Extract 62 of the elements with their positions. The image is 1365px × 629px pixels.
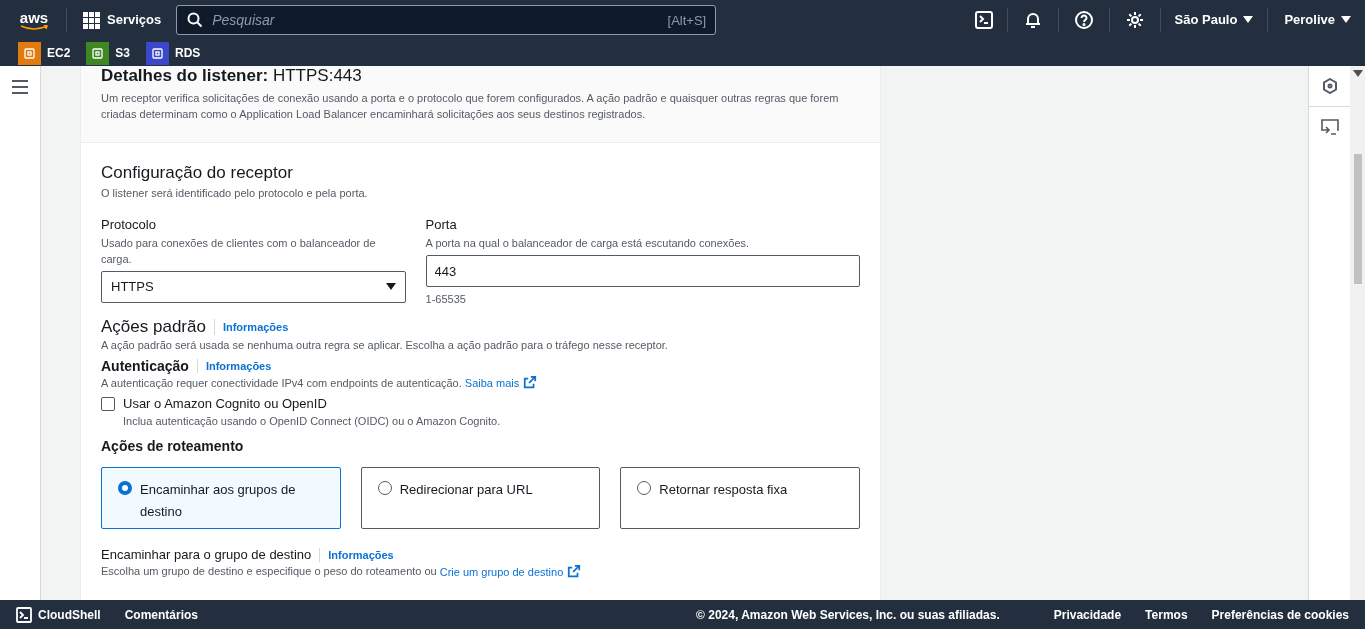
- panel-description: Um receptor verifica solicitações de conexão usando a porta e o protocolo que forem configurados. A ação padrão e quaisquer outras regras que forem criadas determinam como o Application Load Balancer encaminhará solicitações aos seus destinos registrados.: [101, 91, 840, 122]
- port-input[interactable]: 443: [425, 255, 860, 287]
- footer-link[interactable]: Termos: [1145, 605, 1188, 624]
- option-label: Redirecionar para URL: [399, 481, 533, 499]
- option-label: Retornar resposta fixa: [659, 481, 788, 499]
- forward-description: Escolha um grupo de destino e especifique o peso do roteamento ou: [101, 564, 437, 578]
- search-icon: [187, 12, 204, 28]
- caret-icon: [1352, 70, 1363, 78]
- field-label: Porta: [425, 217, 458, 233]
- footer-link[interactable]: Preferências de cookies: [1211, 605, 1349, 624]
- radio-icon: [377, 481, 392, 495]
- caret-icon: [1243, 16, 1254, 24]
- routing-option-tile[interactable]: Retornar resposta fixa: [620, 467, 860, 529]
- radio-icon: [118, 481, 132, 495]
- footer-link[interactable]: Privacidade: [1053, 605, 1122, 624]
- menu-icon[interactable]: [12, 80, 28, 94]
- services-button[interactable]: Serviços: [83, 10, 162, 30]
- external-link-icon: [567, 563, 582, 578]
- copyright-text: © 2024, Amazon Web Services, Inc. ou suas afiliadas.: [696, 606, 1000, 624]
- smile-icon: [20, 24, 48, 31]
- auth-description: A autenticação requer conectividade IPv4 com endpoints de autenticação.: [101, 376, 462, 391]
- caret-icon: [385, 283, 396, 291]
- feedback-link[interactable]: Comentários: [124, 605, 199, 624]
- field-label: Protocolo: [101, 217, 157, 233]
- account-menu[interactable]: Perolive: [1268, 10, 1351, 30]
- section-description: O listener será identificado pelo protocolo e pela porta.: [101, 186, 369, 201]
- grid-icon: [83, 11, 100, 29]
- info-link[interactable]: Informações: [328, 547, 394, 564]
- info-link[interactable]: Informações: [222, 318, 289, 336]
- subsection-title: Autenticação: [101, 357, 189, 375]
- caret-icon: [1341, 16, 1351, 24]
- favorite-link[interactable]: RDS: [146, 41, 201, 65]
- field-constraint: 1-65535: [425, 292, 467, 307]
- checkbox-description: Inclua autenticação usando o OpenID Connect (OIDC) ou o Amazon Cognito.: [123, 414, 501, 429]
- cloudshell-button[interactable]: CloudShell: [16, 605, 101, 624]
- panel-title: Detalhes do listener: HTTPS:443: [101, 66, 363, 86]
- field-description: A porta na qual o balanceador de carga está escutando conexões.: [425, 236, 751, 251]
- scrollbar-thumb[interactable]: [1353, 154, 1362, 284]
- info-link[interactable]: Informações: [205, 357, 272, 375]
- routing-option-tile[interactable]: Redirecionar para URL: [360, 467, 601, 529]
- field-description: Usado para conexões de clientes com o balanceador de carga.: [101, 236, 377, 267]
- checkbox[interactable]: [101, 397, 115, 411]
- favorite-link[interactable]: S3: [86, 41, 131, 65]
- terminal-icon: [16, 606, 32, 623]
- region-menu[interactable]: São Paulo: [1160, 10, 1268, 30]
- option-label: Encaminhar aos grupos de destino: [140, 481, 297, 521]
- checkbox-label: Usar o Amazon Cognito ou OpenID: [123, 395, 328, 413]
- favorite-link[interactable]: EC2: [18, 41, 71, 65]
- subsection-title: Ações padrão: [101, 317, 206, 337]
- external-link-icon: [523, 375, 538, 389]
- subsection-title: Ações de roteamento: [101, 437, 245, 455]
- routing-option-tile[interactable]: Encaminhar aos grupos de destino: [101, 467, 341, 529]
- subsection-description: A ação padrão será usada se nenhuma outra regra se aplicar. Escolha a ação padrão para o tráfego nesse receptor.: [101, 338, 669, 353]
- learn-more-link[interactable]: Saiba mais: [464, 375, 538, 391]
- protocol-select[interactable]: HTTPS: [101, 271, 406, 303]
- create-target-group-link[interactable]: Crie um grupo de destino: [439, 563, 582, 579]
- subsection-title: Encaminhar para o grupo de destino: [101, 547, 312, 564]
- radio-icon: [637, 481, 652, 495]
- logo-text: aws: [19, 9, 49, 25]
- aws-logo[interactable]: aws: [18, 9, 50, 31]
- section-title: Configuração do receptor: [101, 163, 294, 183]
- shortcut-hint: [Alt+S]: [667, 12, 707, 30]
